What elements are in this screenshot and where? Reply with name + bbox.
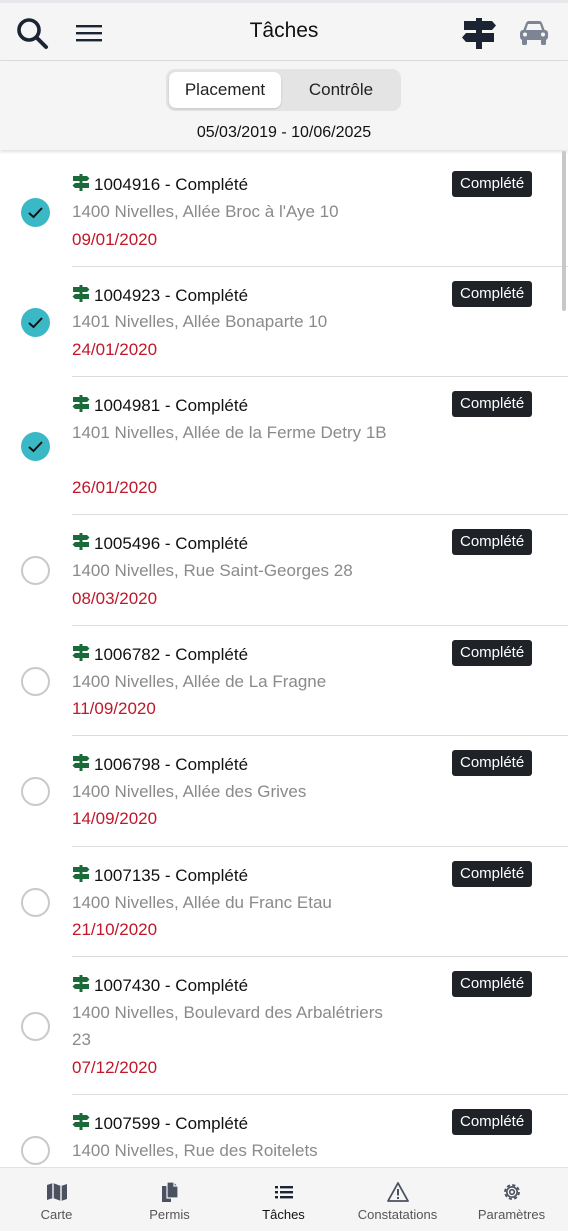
signpost-icon	[72, 532, 90, 555]
status-badge: Complété	[452, 971, 533, 997]
tab-label: Tâches	[262, 1207, 305, 1222]
task-date: 24/01/2020	[72, 340, 158, 359]
signpost-icon	[72, 974, 90, 997]
segment-controle[interactable]: Contrôle	[284, 72, 398, 108]
task-title: 1007430 - Complété	[72, 974, 248, 997]
task-title-text: 1005496 - Complété	[94, 533, 249, 553]
tab-taches[interactable]: Tâches	[227, 1168, 340, 1232]
checkbox-checked[interactable]	[21, 198, 50, 227]
status-badge: Complété	[452, 640, 533, 666]
task-date: 21/10/2020	[72, 920, 158, 939]
checkbox-unchecked[interactable]	[21, 556, 50, 585]
task-address: 1400 Nivelles, Rue des Roitelets	[72, 1141, 318, 1160]
task-address: 1401 Nivelles, Allée Bonaparte 10	[72, 312, 328, 331]
task-date: 07/12/2020	[72, 1058, 158, 1077]
list-item[interactable]: 1007599 - Complété 1400 Nivelles, Rue de…	[0, 1095, 568, 1167]
task-title: 1005496 - Complété	[72, 532, 248, 555]
task-title: 1006798 - Complété	[72, 753, 248, 776]
task-title-text: 1004916 - Complété	[94, 174, 249, 194]
task-date: 09/01/2020	[72, 230, 158, 249]
task-title: 1007135 - Complété	[72, 864, 248, 887]
signpost-icon	[72, 643, 90, 666]
task-title-text: 1007599 - Complété	[94, 1113, 249, 1133]
task-address: 1400 Nivelles, Rue Saint-Georges 28	[72, 561, 353, 580]
checkbox-unchecked[interactable]	[21, 1136, 50, 1165]
list-item[interactable]: 1006782 - Complété 1400 Nivelles, Allée …	[0, 626, 568, 736]
task-date: 11/09/2020	[72, 699, 156, 718]
task-date: 14/09/2020	[72, 809, 158, 828]
status-badge: Complété	[452, 391, 533, 417]
bottom-tab-bar: Carte Permis Tâches Constatations Paramè…	[0, 1167, 568, 1231]
signpost-icon	[72, 394, 90, 417]
task-title: 1007599 - Complété	[72, 1112, 248, 1135]
list-item[interactable]: 1007430 - Complété 1400 Nivelles, Boulev…	[0, 957, 568, 1095]
tab-label: Permis	[149, 1207, 190, 1222]
checkbox-unchecked[interactable]	[21, 777, 50, 806]
task-title-text: 1007430 - Complété	[94, 975, 249, 995]
gear-icon	[455, 1181, 568, 1203]
list-item[interactable]: 1004923 - Complété 1401 Nivelles, Allée …	[0, 267, 568, 377]
status-badge: Complété	[452, 861, 533, 887]
warning-icon	[341, 1181, 454, 1203]
signpost-icon[interactable]	[461, 15, 497, 51]
tab-permis[interactable]: Permis	[113, 1168, 226, 1232]
task-title-text: 1006782 - Complété	[94, 644, 249, 664]
list-item[interactable]: 1007135 - Complété 1400 Nivelles, Allée …	[0, 847, 568, 957]
status-badge: Complété	[452, 171, 533, 197]
task-address: 1400 Nivelles, Allée Broc à l'Aye 10	[72, 202, 339, 221]
status-badge: Complété	[452, 1109, 533, 1135]
tab-label: Constatations	[357, 1207, 438, 1222]
task-title: 1004916 - Complété	[72, 173, 248, 196]
signpost-icon	[72, 173, 90, 196]
scrollbar[interactable]	[562, 151, 566, 311]
status-badge: Complété	[452, 750, 533, 776]
list-item[interactable]: 1004916 - Complété 1400 Nivelles, Allée …	[0, 151, 568, 267]
list-item[interactable]: 1006798 - Complété 1400 Nivelles, Allée …	[0, 736, 568, 847]
signpost-icon	[72, 864, 90, 887]
checkbox-checked[interactable]	[21, 432, 50, 461]
documents-icon	[113, 1181, 226, 1203]
checkbox-checked[interactable]	[21, 308, 50, 337]
task-title: 1004981 - Complété	[72, 394, 248, 417]
checkbox-unchecked[interactable]	[21, 1012, 50, 1041]
list-item[interactable]: 1005496 - Complété 1400 Nivelles, Rue Sa…	[0, 515, 568, 626]
status-badge: Complété	[452, 281, 533, 307]
task-title: 1004923 - Complété	[72, 284, 248, 307]
date-range[interactable]: 05/03/2019 - 10/06/2025	[0, 124, 568, 142]
list-item[interactable]: 1004981 - Complété 1401 Nivelles, Allée …	[0, 377, 568, 515]
list-icon	[227, 1181, 340, 1203]
status-badge: Complété	[452, 529, 533, 555]
task-date: 26/01/2020	[72, 478, 158, 497]
task-address: 1400 Nivelles, Boulevard des Arbalétrier…	[72, 1003, 383, 1049]
tab-label: Paramètres	[477, 1207, 546, 1222]
task-title-text: 1007135 - Complété	[94, 865, 249, 885]
segment-placement[interactable]: Placement	[169, 72, 281, 108]
filter-bar: Placement Contrôle 05/03/2019 - 10/06/20…	[0, 61, 568, 150]
checkbox-unchecked[interactable]	[21, 667, 50, 696]
task-title-text: 1006798 - Complété	[94, 754, 249, 774]
checkbox-unchecked[interactable]	[21, 888, 50, 917]
tab-carte[interactable]: Carte	[0, 1168, 113, 1232]
task-address: 1400 Nivelles, Allée de La Fragne	[72, 672, 327, 691]
task-address: 1401 Nivelles, Allée de la Ferme Detry 1…	[72, 423, 387, 442]
tab-parametres[interactable]: Paramètres	[455, 1168, 568, 1232]
task-address: 1400 Nivelles, Allée du Franc Etau	[72, 893, 332, 912]
segmented-control: Placement Contrôle	[166, 69, 401, 111]
task-title-text: 1004981 - Complété	[94, 395, 249, 415]
tab-label: Carte	[40, 1207, 73, 1222]
task-list[interactable]: 1004916 - Complété 1400 Nivelles, Allée …	[0, 151, 568, 1167]
signpost-icon	[72, 1112, 90, 1135]
task-date: 08/03/2020	[72, 589, 158, 608]
car-icon[interactable]	[516, 15, 552, 51]
signpost-icon	[72, 284, 90, 307]
task-title-text: 1004923 - Complété	[94, 285, 249, 305]
app-header: Tâches	[0, 3, 568, 61]
task-title: 1006782 - Complété	[72, 643, 248, 666]
signpost-icon	[72, 753, 90, 776]
task-address: 1400 Nivelles, Allée des Grives	[72, 782, 307, 801]
tab-constatations[interactable]: Constatations	[341, 1168, 454, 1232]
map-icon	[0, 1181, 113, 1203]
